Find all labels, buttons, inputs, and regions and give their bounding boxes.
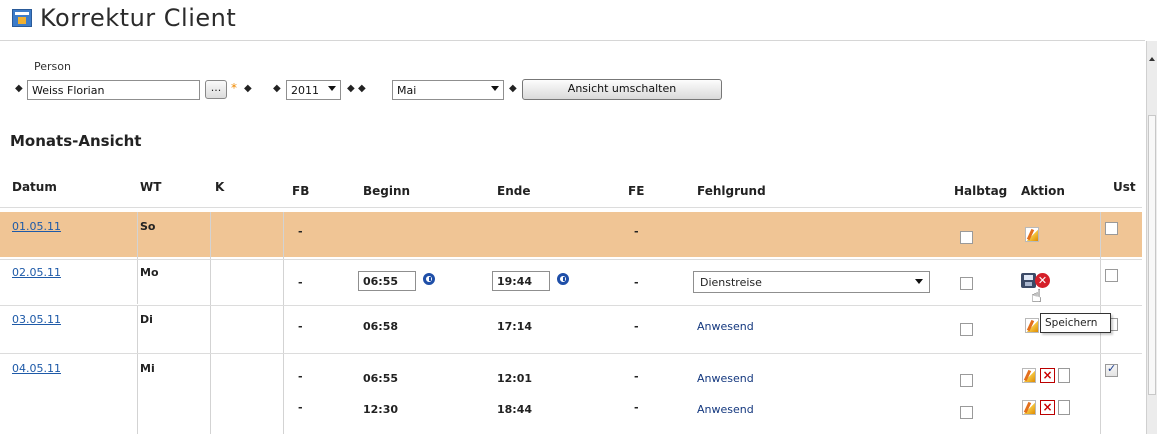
- hand-cursor-icon: ☝: [1031, 286, 1042, 307]
- begin-cell: 06:58: [363, 320, 399, 333]
- ust-checkbox-checked[interactable]: [1105, 362, 1118, 377]
- end-cell: 17:14: [497, 320, 533, 333]
- calendar-icon: [12, 9, 32, 27]
- edit-icon[interactable]: [1022, 400, 1036, 415]
- weekday-cell: Di: [140, 313, 153, 326]
- year-prev-icon[interactable]: ◆: [273, 84, 281, 94]
- col-header-fehlgrund: Fehlgrund: [697, 184, 766, 198]
- col-header-fe: FE: [628, 184, 645, 198]
- required-marker: *: [231, 81, 237, 95]
- begin-cell: 06:55: [363, 372, 399, 385]
- fe-cell: -: [634, 276, 639, 289]
- title-bar: Korrektur Client: [0, 0, 1145, 41]
- fb-cell: -: [298, 276, 303, 289]
- column-divider: [283, 212, 284, 434]
- month-value: Mai: [397, 84, 417, 97]
- row-divider: [0, 305, 1142, 306]
- person-input[interactable]: Weiss Florian: [27, 80, 200, 100]
- fe-cell: -: [634, 401, 639, 414]
- section-title: Monats-Ansicht: [10, 132, 142, 150]
- edit-icon[interactable]: [1025, 227, 1039, 242]
- page-title: Korrektur Client: [40, 4, 237, 32]
- row-divider: [0, 259, 1142, 260]
- reason-cell: Anwesend: [697, 372, 754, 385]
- scroll-up-icon[interactable]: [1149, 57, 1155, 61]
- chevron-down-icon: [915, 279, 923, 284]
- year-select[interactable]: 2011: [286, 80, 341, 100]
- person-search-button[interactable]: ...: [205, 80, 227, 99]
- begin-cell: 12:30: [363, 403, 399, 416]
- arrow-left-icon[interactable]: ◆: [15, 84, 23, 94]
- month-prev-icon[interactable]: ◆: [358, 84, 366, 94]
- document-icon[interactable]: [1058, 368, 1070, 383]
- end-cell: 18:44: [497, 403, 533, 416]
- fe-cell: -: [634, 225, 639, 238]
- fe-cell: -: [634, 320, 639, 333]
- month-next-icon[interactable]: ◆: [509, 84, 517, 94]
- col-header-aktion: Aktion: [1021, 184, 1065, 198]
- halbtag-checkbox[interactable]: [960, 406, 973, 419]
- chevron-down-icon: [328, 86, 336, 91]
- weekday-cell: So: [140, 220, 156, 233]
- person-label: Person: [34, 60, 71, 73]
- fb-cell: -: [298, 225, 303, 238]
- col-header-ende: Ende: [497, 184, 531, 198]
- halbtag-checkbox[interactable]: [960, 231, 973, 244]
- delete-icon[interactable]: ×: [1040, 368, 1055, 383]
- delete-icon[interactable]: ×: [1040, 400, 1055, 415]
- row-divider: [0, 353, 1142, 354]
- weekday-cell: Mi: [140, 362, 155, 375]
- fe-cell: -: [634, 370, 639, 383]
- halbtag-checkbox[interactable]: [960, 374, 973, 387]
- column-divider: [137, 306, 138, 434]
- ust-checkbox[interactable]: [1105, 222, 1118, 235]
- date-link[interactable]: 04.05.11: [12, 362, 61, 375]
- weekday-cell: Mo: [140, 266, 159, 279]
- date-link[interactable]: 01.05.11: [12, 220, 61, 233]
- col-header-ust: Ust: [1113, 180, 1136, 194]
- document-icon[interactable]: [1058, 400, 1070, 415]
- clock-icon[interactable]: [557, 273, 569, 285]
- scroll-thumb[interactable]: [1148, 115, 1156, 395]
- fb-cell: -: [298, 401, 303, 414]
- col-header-datum: Datum: [12, 180, 57, 194]
- begin-time-input[interactable]: 06:55: [358, 271, 416, 291]
- reason-cell: Anwesend: [697, 403, 754, 416]
- col-header-k: K: [215, 180, 225, 194]
- col-header-beginn: Beginn: [363, 184, 411, 198]
- chevron-down-icon: [491, 86, 499, 91]
- col-header-halbtag: Halbtag: [954, 184, 1008, 198]
- fb-cell: -: [298, 370, 303, 383]
- tooltip: Speichern: [1040, 313, 1111, 333]
- month-select[interactable]: Mai: [392, 80, 504, 100]
- vertical-scrollbar[interactable]: [1146, 41, 1157, 434]
- fb-cell: -: [298, 320, 303, 333]
- date-link[interactable]: 02.05.11: [12, 266, 61, 279]
- year-value: 2011: [291, 84, 319, 97]
- arrow-right-icon[interactable]: ◆: [244, 84, 252, 94]
- date-link[interactable]: 03.05.11: [12, 313, 61, 326]
- halbtag-checkbox[interactable]: [960, 277, 973, 290]
- header-divider: [0, 207, 1142, 208]
- edit-icon[interactable]: [1025, 318, 1039, 333]
- switch-view-button[interactable]: Ansicht umschalten: [522, 79, 722, 100]
- col-header-fb: FB: [292, 184, 310, 198]
- end-time-input[interactable]: 19:44: [492, 271, 550, 291]
- reason-select[interactable]: Dienstreise: [693, 271, 930, 293]
- col-header-wt: WT: [140, 180, 162, 194]
- year-next-icon[interactable]: ◆: [347, 84, 355, 94]
- reason-value: Dienstreise: [700, 276, 762, 289]
- clock-icon[interactable]: [423, 273, 435, 285]
- column-divider: [137, 212, 138, 304]
- column-divider: [210, 212, 211, 434]
- reason-cell: Anwesend: [697, 320, 754, 333]
- halbtag-checkbox[interactable]: [960, 323, 973, 336]
- ust-checkbox[interactable]: [1105, 269, 1118, 282]
- end-cell: 12:01: [497, 372, 533, 385]
- edit-icon[interactable]: [1022, 368, 1036, 383]
